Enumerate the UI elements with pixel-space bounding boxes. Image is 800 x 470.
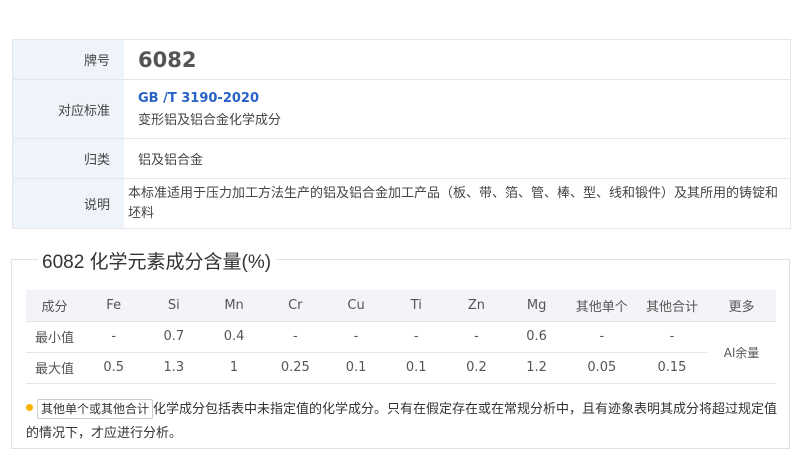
- table-cell: 0.1: [325, 352, 387, 384]
- table-cell: -: [264, 321, 326, 353]
- description-value-cell: 本标准适用于压力加工方法生产的铝及铝合金加工产品（板、带、箔、管、棒、型、线和锻…: [124, 179, 790, 228]
- table-cell: -: [83, 321, 145, 353]
- composition-table: 成分 Fe Si Mn Cr Cu Ti Zn Mg 其他单个 其他合计 更多 …: [26, 290, 776, 384]
- grade-info-table: 牌号 6082 对应标准 GB /T 3190-2020 变形铝及铝合金化学成分…: [12, 39, 791, 229]
- table-cell: 0.6: [506, 321, 567, 353]
- table-cell: 0.1: [386, 352, 447, 384]
- category-value-cell: 铝及铝合金: [124, 139, 790, 178]
- table-cell: 1.3: [144, 352, 204, 384]
- table-cell: -: [636, 321, 708, 353]
- description-value: 本标准适用于压力加工方法生产的铝及铝合金加工产品（板、带、箔、管、棒、型、线和锻…: [128, 185, 779, 221]
- table-cell: 0.7: [144, 321, 204, 353]
- grade-row: 牌号 6082: [13, 40, 790, 80]
- category-label: 归类: [13, 139, 124, 178]
- header-cell: Ti: [386, 290, 447, 322]
- header-cell: Mg: [506, 290, 567, 322]
- grade-value: 6082: [138, 47, 197, 72]
- bullet-dot-icon: [26, 404, 33, 411]
- table-cell: -: [386, 321, 447, 353]
- standard-value-cell: GB /T 3190-2020 变形铝及铝合金化学成分: [124, 80, 790, 138]
- standard-row: 对应标准 GB /T 3190-2020 变形铝及铝合金化学成分: [13, 80, 790, 139]
- header-cell: Mn: [203, 290, 265, 322]
- composition-max-row: 最大值 0.5 1.3 1 0.25 0.1 0.1 0.2 1.2 0.05 …: [26, 352, 776, 384]
- table-cell: -: [566, 321, 637, 353]
- composition-header-row: 成分 Fe Si Mn Cr Cu Ti Zn Mg 其他单个 其他合计 更多: [26, 290, 776, 322]
- table-cell: 1.2: [506, 352, 567, 384]
- category-row: 归类 铝及铝合金: [13, 139, 790, 179]
- header-cell: Cu: [325, 290, 387, 322]
- note-term-chip: 其他单个或其他合计: [37, 399, 154, 419]
- header-cell: Fe: [83, 290, 145, 322]
- header-cell: Si: [144, 290, 204, 322]
- table-cell: 0.2: [446, 352, 507, 384]
- standard-name: 变形铝及铝合金化学成分: [138, 112, 282, 128]
- row-label: 最大值: [26, 352, 84, 384]
- header-cell: 其他合计: [636, 290, 708, 322]
- standard-code-link[interactable]: GB /T 3190-2020: [138, 91, 790, 106]
- table-cell: 0.25: [264, 352, 326, 384]
- standard-label: 对应标准: [13, 80, 124, 138]
- grade-value-cell: 6082: [124, 40, 790, 79]
- description-row: 说明 本标准适用于压力加工方法生产的铝及铝合金加工产品（板、带、箔、管、棒、型、…: [13, 179, 790, 228]
- header-cell: 其他单个: [566, 290, 637, 322]
- table-cell: -: [325, 321, 387, 353]
- composition-min-row: 最小值 - 0.7 0.4 - - - - 0.6 - - Al余量: [26, 321, 776, 384]
- header-cell: 更多: [707, 290, 776, 322]
- composition-note: 其他单个或其他合计 化学成分包括表中未指定值的化学成分。只有在假定存在或在常规分析…: [26, 398, 778, 446]
- more-value-cell: Al余量: [707, 321, 776, 384]
- row-label: 最小值: [26, 321, 84, 353]
- category-value: 铝及铝合金: [138, 153, 204, 168]
- table-cell: 0.4: [203, 321, 265, 353]
- grade-label: 牌号: [13, 40, 124, 79]
- table-cell: 0.5: [83, 352, 145, 384]
- header-cell: 成分: [26, 290, 84, 322]
- table-cell: 0.15: [636, 352, 708, 384]
- table-cell: 1: [203, 352, 265, 384]
- description-label: 说明: [13, 179, 124, 228]
- table-cell: 0.05: [566, 352, 637, 384]
- composition-title: 6082 化学元素成分含量(%): [38, 247, 278, 274]
- table-cell: -: [446, 321, 507, 353]
- header-cell: Zn: [446, 290, 507, 322]
- header-cell: Cr: [264, 290, 326, 322]
